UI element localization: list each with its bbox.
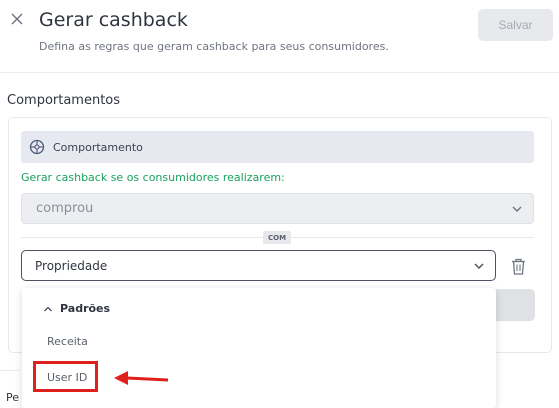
chevron-down-icon (512, 206, 522, 212)
behavior-icon (29, 139, 45, 155)
trash-icon[interactable] (511, 258, 526, 275)
chevron-up-icon (44, 306, 52, 311)
highlight-box (33, 361, 98, 392)
behavior-title: Comportamento (53, 140, 143, 154)
dropdown-option-receita[interactable]: Receita (47, 335, 88, 348)
action-select-value: comprou (36, 201, 94, 216)
chevron-down-icon (474, 263, 484, 269)
dropdown-group-padroes[interactable]: Padrões (43, 302, 110, 315)
save-button[interactable]: Salvar (478, 9, 553, 41)
value-field-disabled (495, 289, 535, 321)
property-select[interactable]: Propriedade (21, 250, 496, 281)
next-section-label: Pe (6, 391, 20, 404)
page-title: Gerar cashback (39, 9, 188, 31)
property-select-value: Propriedade (35, 258, 108, 273)
section-label: Comportamentos (7, 93, 121, 108)
connector-badge: COM (263, 231, 292, 244)
action-select: comprou (21, 193, 534, 224)
dropdown-group-label: Padrões (60, 302, 111, 315)
section-divider (0, 370, 20, 371)
behavior-header: Comportamento (21, 131, 534, 163)
header: Gerar cashback Defina as regras que gera… (0, 0, 559, 73)
annotation-arrow-icon (114, 371, 169, 385)
condition-label: Gerar cashback se os consumidores realiz… (21, 171, 285, 184)
close-icon[interactable] (8, 10, 26, 28)
page-subtitle: Defina as regras que geram cashback para… (39, 40, 389, 53)
